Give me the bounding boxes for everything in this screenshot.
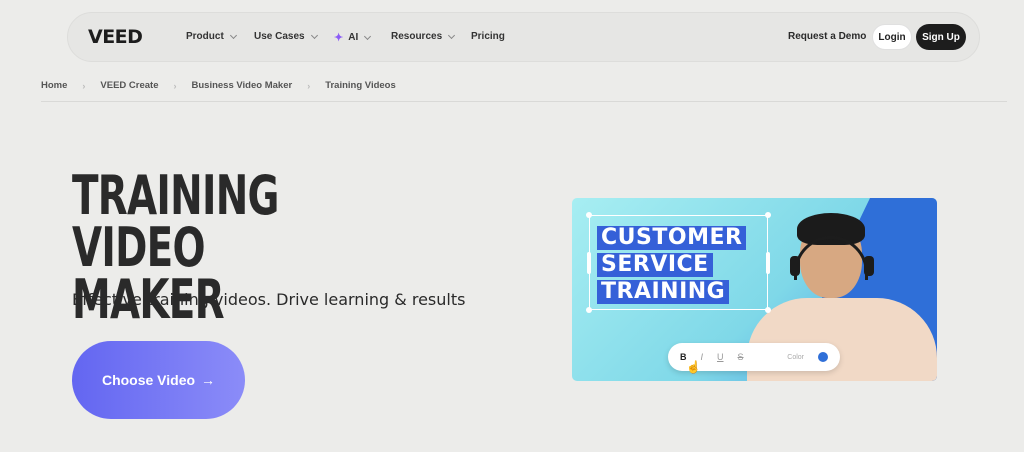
resize-handle[interactable] <box>765 307 771 313</box>
login-button[interactable]: Login <box>872 24 912 50</box>
resize-handle[interactable] <box>586 212 592 218</box>
side-handle[interactable] <box>766 252 770 274</box>
request-demo-link[interactable]: Request a Demo <box>788 31 866 42</box>
chevron-down-icon <box>364 32 372 40</box>
breadcrumb-divider <box>41 101 1007 102</box>
veed-logo[interactable]: VEED <box>88 26 143 48</box>
nav-use-cases[interactable]: Use Cases <box>254 31 318 42</box>
resize-handle[interactable] <box>765 212 771 218</box>
arrow-right-icon: → <box>201 372 216 388</box>
chevron-down-icon <box>310 31 318 39</box>
breadcrumb-business-video-maker[interactable]: Business Video Maker <box>192 80 293 91</box>
pointer-cursor-icon: ☝ <box>686 360 701 374</box>
chevron-down-icon <box>229 31 237 39</box>
nav-ai[interactable]: ✦ AI <box>334 31 372 44</box>
breadcrumb: Home › VEED Create › Business Video Make… <box>41 80 396 91</box>
resize-handle[interactable] <box>586 307 592 313</box>
caption-line: SERVICE <box>597 253 713 277</box>
hero-image: CUSTOMER SERVICE TRAINING B I U S Color … <box>572 198 937 381</box>
page-subtitle: Effective training videos. Drive learnin… <box>72 290 466 309</box>
top-navbar: VEED Product Use Cases ✦ AI Resources Pr… <box>67 12 980 62</box>
nav-use-cases-label: Use Cases <box>254 31 305 42</box>
breadcrumb-separator-icon: › <box>173 80 177 91</box>
nav-product-label: Product <box>186 31 224 42</box>
breadcrumb-separator-icon: › <box>82 80 86 91</box>
side-handle[interactable] <box>587 252 591 274</box>
color-label: Color <box>787 353 804 361</box>
caption-line: TRAINING <box>597 280 730 304</box>
nav-resources[interactable]: Resources <box>391 31 456 42</box>
breadcrumb-separator-icon: › <box>307 80 311 91</box>
nav-product[interactable]: Product <box>186 31 237 42</box>
nav-pricing-label: Pricing <box>471 31 505 42</box>
nav-ai-label: AI <box>348 32 359 43</box>
headset-earcup <box>864 256 874 276</box>
signup-button[interactable]: Sign Up <box>916 24 966 50</box>
underline-button[interactable]: U <box>717 352 724 362</box>
chevron-down-icon <box>448 31 456 39</box>
page-title-line1: TRAINING VIDEO <box>72 164 279 279</box>
breadcrumb-training-videos[interactable]: Training Videos <box>325 80 396 91</box>
choose-video-label: Choose Video <box>101 372 196 388</box>
choose-video-button[interactable]: Choose Video → <box>72 341 245 419</box>
color-picker-button[interactable] <box>818 352 828 362</box>
nav-pricing[interactable]: Pricing <box>471 31 505 42</box>
caption-line: CUSTOMER <box>597 226 747 250</box>
breadcrumb-home[interactable]: Home <box>41 80 67 91</box>
headset-earcup <box>790 256 800 276</box>
breadcrumb-veed-create[interactable]: VEED Create <box>100 80 158 91</box>
sparkle-icon: ✦ <box>334 32 344 44</box>
nav-resources-label: Resources <box>391 31 443 42</box>
strikethrough-button[interactable]: S <box>738 352 744 362</box>
